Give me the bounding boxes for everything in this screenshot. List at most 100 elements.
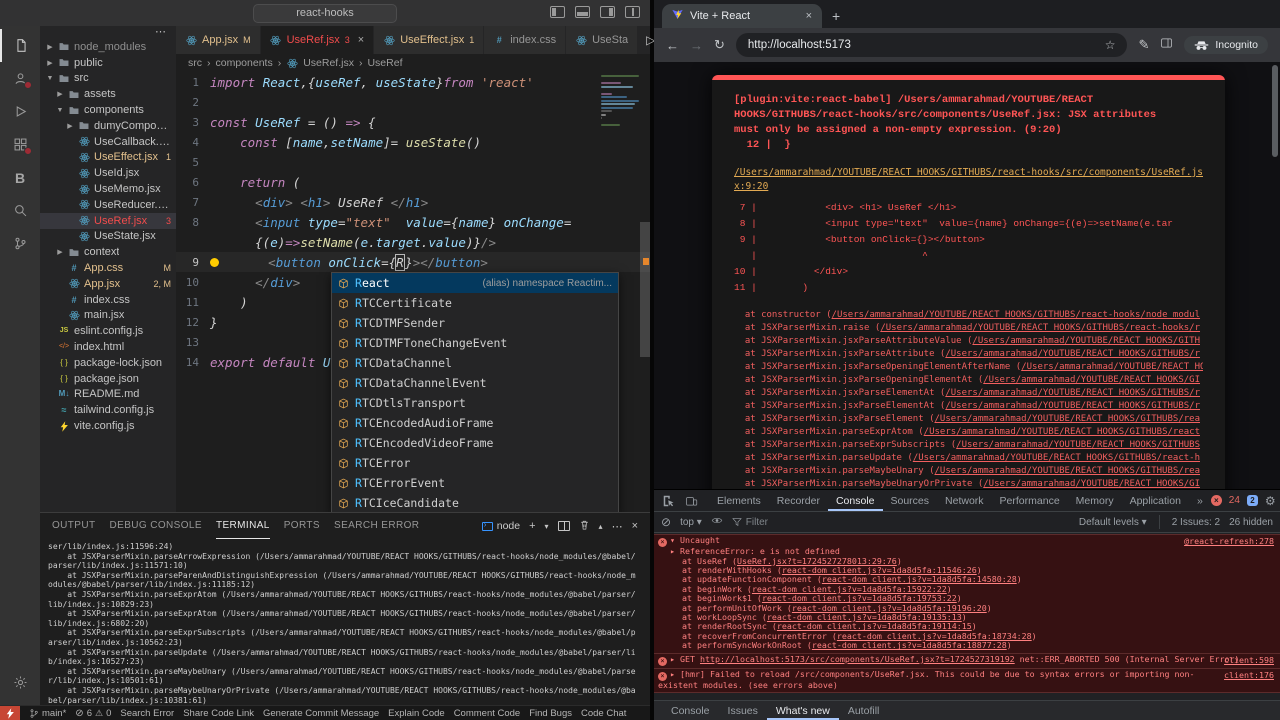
remote-indicator-icon[interactable] — [0, 706, 20, 720]
tree-item-index-html[interactable]: </> index.html — [40, 339, 176, 355]
tree-item-usecallback-jsx[interactable]: UseCallback.jsx — [40, 134, 176, 150]
suggestion-rtcencodedaudioframe[interactable]: RTCEncodedAudioFrame — [332, 413, 618, 433]
reload-icon[interactable]: ↻ — [714, 37, 725, 53]
stack-file-link[interactable]: /Users/ammarahmad/YOUTUBE/REACT HOOKS/GI… — [956, 440, 1200, 450]
breadcrumb-item[interactable]: UseRef — [367, 57, 402, 69]
stack-file-link[interactable]: /Users/ammarahmad/YOUTUBE/REACT HOOKS/GI… — [972, 336, 1200, 346]
tree-item-app-jsx[interactable]: App.jsx 2, M — [40, 276, 176, 292]
suggestion-rtcdtmfsender[interactable]: RTCDTMFSender — [332, 313, 618, 333]
stack-file-link[interactable]: /Users/ammarahmad/YOUTUBE/REACT HOOKS/GI… — [945, 349, 1200, 359]
console-error-count-icon[interactable]: × — [1210, 495, 1222, 506]
suggestion-rtcdtlstransport[interactable]: RTCDtlsTransport — [332, 393, 618, 413]
devtools-tab-recorder[interactable]: Recorder — [769, 490, 828, 511]
console-source-link[interactable]: @react-refresh:278 — [1184, 536, 1274, 546]
suggestion-rtcdatachannelevent[interactable]: RTCDataChannelEvent — [332, 373, 618, 393]
split-terminal-icon[interactable] — [557, 521, 570, 531]
stack-file-link[interactable]: /Users/ammarahmad/YOUTUBE/REACT HOOKS/GI… — [880, 323, 1200, 333]
status-item-comment-code[interactable]: Comment Code — [454, 708, 521, 719]
issues-count-badge[interactable]: 2 — [1246, 495, 1258, 506]
tree-item-vite-config-js[interactable]: vite.config.js — [40, 418, 176, 434]
stack-file-link[interactable]: /Users/ammarahmad/YOUTUBE/REACT HOOKS/GI… — [924, 427, 1200, 437]
devtools-settings-icon[interactable]: ⚙ — [1265, 494, 1276, 508]
drawer-tab-what-s-new[interactable]: What's new — [767, 701, 839, 720]
tree-item-context[interactable]: ▶ context — [40, 244, 176, 260]
close-panel-icon[interactable]: × — [632, 520, 638, 532]
request-url-link[interactable]: http://localhost:5173/src/components/Use… — [700, 654, 1015, 664]
tree-item-usememo-jsx[interactable]: UseMemo.jsx — [40, 181, 176, 197]
suggestion-rtcerror[interactable]: RTCError — [332, 453, 618, 473]
breadcrumb-item[interactable]: UseRef.jsx — [303, 57, 354, 69]
status-item-search-error[interactable]: Search Error — [120, 708, 174, 719]
devtools-tab-elements[interactable]: Elements — [709, 490, 769, 511]
terminal-dropdown-icon[interactable]: ▾ — [545, 522, 549, 531]
status-item-generate-commit-message[interactable]: Generate Commit Message — [263, 708, 379, 719]
tree-item-node-modules[interactable]: ▶ node_modules — [40, 39, 176, 55]
editor-tab-app-jsx[interactable]: App.jsx M — [176, 26, 261, 54]
activity-extensions-icon[interactable] — [0, 128, 40, 161]
console-error-uncaught[interactable]: × ▾ Uncaught @react-refresh:278 ▸ Reference… — [654, 534, 1280, 654]
clear-console-icon[interactable]: ⊘ — [661, 515, 671, 529]
tree-item-package-lock-json[interactable]: { } package-lock.json — [40, 355, 176, 371]
stack-file-link[interactable]: /Users/ammarahmad/YOUTUBE/REACT HOOKS/GI… — [934, 466, 1200, 476]
extension-pen-icon[interactable]: ✎ — [1138, 37, 1149, 53]
page-scrollbar[interactable] — [1272, 65, 1278, 157]
problems-status[interactable]: ⊘ 6 ⚠ 0 — [75, 708, 111, 719]
stack-file-link[interactable]: react-dom_client.js?v=1da8d5fa:18877:28 — [812, 640, 1007, 650]
suggestion-react[interactable]: React (alias) namespace Reactim... — [332, 273, 618, 293]
devtools-tab-network[interactable]: Network — [937, 490, 992, 511]
toggle-panel-icon[interactable] — [575, 6, 590, 18]
vite-error-overlay[interactable]: [plugin:vite:react-babel] /Users/ammarah… — [712, 75, 1225, 489]
tree-item-main-jsx[interactable]: main.jsx — [40, 308, 176, 324]
git-branch-status[interactable]: main* — [29, 708, 66, 719]
tab-close-icon[interactable]: × — [806, 10, 812, 22]
minimap[interactable] — [601, 75, 641, 128]
breadcrumb[interactable]: src › components › UseRef.jsx › UseRef — [176, 54, 650, 72]
inspect-element-icon[interactable] — [658, 495, 680, 507]
forward-icon[interactable]: → — [690, 38, 703, 53]
tree-item-readme-md[interactable]: M↓ README.md — [40, 387, 176, 403]
activity-run-debug-icon[interactable] — [0, 95, 40, 128]
panel-tab-ports[interactable]: PORTS — [284, 514, 320, 539]
suggestion-rtccertificate[interactable]: RTCCertificate — [332, 293, 618, 313]
tree-item-app-css[interactable]: # App.css M — [40, 260, 176, 276]
tree-item-index-css[interactable]: # index.css — [40, 292, 176, 308]
explorer-more-actions-icon[interactable]: ⋯ — [155, 26, 166, 39]
stack-file-link[interactable]: /Users/ammarahmad/YOUTUBE/REACT HOOKS/GI — [983, 479, 1200, 489]
status-item-share-code-link[interactable]: Share Code Link — [183, 708, 254, 719]
log-levels-select[interactable]: Default levels ▾ — [1079, 517, 1147, 528]
devtools-tab-sources[interactable]: Sources — [883, 490, 938, 511]
stack-file-link[interactable]: /Users/ammarahmad/YOUTUBE/REACT HOOKS/GI… — [832, 310, 1200, 320]
error-file-link[interactable]: /Users/ammarahmad/YOUTUBE/REACT HOOKS/GI… — [734, 166, 1204, 194]
devtools-tab-performance[interactable]: Performance — [992, 490, 1068, 511]
editor-tab-useeffect-jsx[interactable]: UseEffect.jsx 1 — [374, 26, 485, 54]
console-messages[interactable]: × ▾ Uncaught @react-refresh:278 ▸ Reference… — [654, 534, 1280, 700]
tree-item-useid-jsx[interactable]: UseId.jsx — [40, 165, 176, 181]
console-error-hmr[interactable]: × ▸ [hmr] Failed to reload /src/component… — [654, 668, 1280, 694]
tree-item-package-json[interactable]: { } package.json — [40, 371, 176, 387]
more-tabs-icon[interactable]: » — [1189, 490, 1211, 511]
lightbulb-icon[interactable] — [210, 257, 219, 267]
back-icon[interactable]: ← — [666, 38, 679, 53]
suggestion-rtcencodedvideoframe[interactable]: RTCEncodedVideoFrame — [332, 433, 618, 453]
activity-source-control-icon[interactable] — [0, 227, 40, 260]
maximize-panel-icon[interactable]: ▴ — [599, 522, 603, 531]
drawer-tab-autofill[interactable]: Autofill — [839, 701, 889, 720]
tree-item-eslint-config-js[interactable]: JS eslint.config.js — [40, 323, 176, 339]
stack-file-link[interactable]: /Users/ammarahmad/YOUTUBE/REACT HOOKS/ — [1021, 362, 1203, 372]
suggestion-rtcdatachannel[interactable]: RTCDataChannel — [332, 353, 618, 373]
editor-tab-index-css[interactable]: # index.css — [484, 26, 567, 54]
toggle-secondary-sidebar-icon[interactable] — [600, 6, 615, 18]
activity-bito-icon[interactable]: B — [0, 161, 40, 194]
new-terminal-icon[interactable]: + — [529, 520, 535, 532]
kill-terminal-icon[interactable] — [579, 519, 590, 534]
tree-item-useeffect-jsx[interactable]: UseEffect.jsx 1 — [40, 150, 176, 166]
tree-item-useref-jsx[interactable]: UseRef.jsx 3 — [40, 212, 176, 229]
editor-scrollbar[interactable] — [640, 222, 650, 357]
stack-file-link[interactable]: /Users/ammarahmad/YOUTUBE/REACT HOOKS/GI… — [934, 414, 1200, 424]
editor-tab-useref-jsx[interactable]: UseRef.jsx 3 × — [260, 26, 375, 54]
terminal-output[interactable]: ser/lib/index.js:11596:24) at JSXParserM… — [40, 539, 650, 705]
panel-tab-debug-console[interactable]: DEBUG CONSOLE — [110, 514, 202, 539]
activity-search-icon[interactable] — [0, 194, 40, 227]
panel-tab-search-error[interactable]: SEARCH ERROR — [334, 514, 419, 539]
status-item-find-bugs[interactable]: Find Bugs — [529, 708, 572, 719]
